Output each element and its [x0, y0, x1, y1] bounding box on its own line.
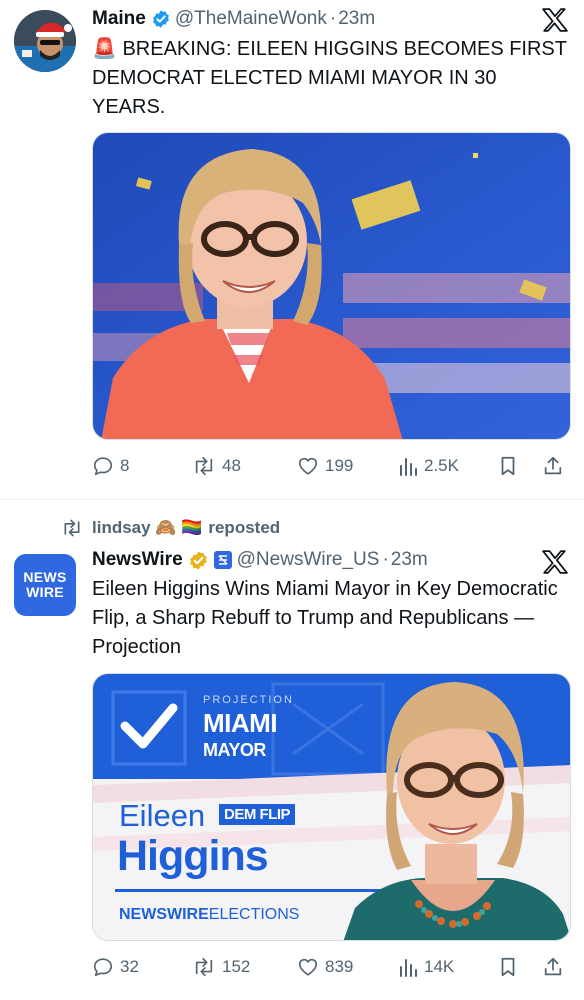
- tweet-actions: 32 152 839 14K: [92, 952, 571, 982]
- tweet-text: Eileen Higgins Wins Miami Mayor in Key D…: [92, 578, 558, 658]
- share-button[interactable]: [542, 952, 564, 982]
- affiliate-badge-icon: [213, 551, 232, 569]
- like-button[interactable]: 199: [297, 451, 353, 481]
- reply-count: 8: [120, 456, 130, 475]
- card-first-name: Eileen: [119, 798, 206, 833]
- like-count: 839: [325, 957, 354, 976]
- handle[interactable]: @TheMaineWonk: [175, 8, 327, 30]
- avatar-text-news: NEWS: [23, 569, 67, 585]
- repost-indicator[interactable]: lindsay 🙈 🏳️‍🌈 reposted: [60, 516, 280, 540]
- like-icon: [298, 958, 318, 976]
- avatar-text-wire: WIRE: [26, 584, 64, 600]
- reply-button[interactable]: 32: [92, 952, 139, 982]
- views-count: 14K: [424, 957, 455, 976]
- card-footer-brand: NEWSWIRE: [119, 906, 209, 923]
- repost-icon: [195, 456, 213, 476]
- tweet-header: Maine @TheMaineWonk · 23m: [92, 6, 375, 32]
- handle[interactable]: @NewsWire_US: [237, 549, 380, 571]
- tweet-actions: 8 48 199 2.5K: [92, 451, 571, 481]
- reply-icon: [93, 958, 113, 977]
- eileen-higgins-photo: [93, 133, 570, 439]
- tweet-maine[interactable]: Maine @TheMaineWonk · 23m 🚨 BREAKING: EI…: [0, 0, 584, 500]
- bookmark-icon: [501, 957, 515, 977]
- bookmark-button[interactable]: [498, 451, 518, 481]
- repost-button[interactable]: 48: [192, 451, 241, 481]
- tweet-card-image[interactable]: PROJECTION MIAMI MAYOR Eileen DEM FLIP H…: [92, 673, 571, 941]
- display-name[interactable]: Maine: [92, 8, 146, 30]
- card-dem-flip-badge: DEM FLIP: [219, 804, 295, 825]
- repost-count: 152: [222, 957, 251, 976]
- views-count: 2.5K: [424, 456, 459, 475]
- separator-dot: ·: [382, 549, 389, 570]
- card-mayor-label: MAYOR: [203, 740, 266, 760]
- views-icon: [400, 458, 417, 476]
- share-button[interactable]: [542, 451, 564, 481]
- views-icon: [400, 959, 417, 977]
- tweet-newswire[interactable]: lindsay 🙈 🏳️‍🌈 reposted NEWS WIRE NewsWi…: [0, 500, 584, 1000]
- card-last-name: Higgins: [117, 832, 269, 880]
- tweet-text: 🚨 BREAKING: EILEEN HIGGINS BECOMES FIRST…: [92, 38, 567, 118]
- repost-icon: [64, 519, 80, 537]
- timestamp[interactable]: 23m: [391, 549, 428, 571]
- display-name[interactable]: NewsWire: [92, 549, 183, 571]
- like-button[interactable]: 839: [297, 952, 353, 982]
- separator-dot: ·: [329, 8, 337, 29]
- repost-icon: [195, 957, 213, 977]
- card-footer-elections: ELECTIONS: [208, 906, 300, 923]
- card-footer: NEWSWIREELECTIONS: [119, 906, 299, 924]
- reposter-name[interactable]: lindsay 🙈 🏳️‍🌈: [92, 518, 202, 538]
- repost-button[interactable]: 152: [192, 952, 250, 982]
- verified-badge-icon: [152, 10, 169, 28]
- share-icon: [544, 957, 562, 976]
- avatar[interactable]: [14, 10, 76, 72]
- repost-count: 48: [222, 456, 241, 475]
- reply-icon: [93, 457, 113, 476]
- like-icon: [298, 457, 318, 475]
- x-logo-icon[interactable]: [542, 8, 568, 32]
- reply-button[interactable]: 8: [92, 451, 129, 481]
- tweet-header: NewsWire @NewsWire_US · 23m: [92, 547, 428, 573]
- reply-count: 32: [120, 957, 139, 976]
- x-logo-icon[interactable]: [542, 550, 568, 574]
- timestamp[interactable]: 23m: [338, 8, 375, 30]
- views-button[interactable]: 2.5K: [398, 451, 459, 481]
- share-icon: [544, 456, 562, 475]
- card-miami-label: MIAMI: [203, 708, 278, 738]
- bookmark-icon: [501, 456, 515, 476]
- bookmark-button[interactable]: [498, 952, 518, 982]
- reposted-label: reposted: [208, 518, 281, 537]
- tweet-image[interactable]: [92, 132, 571, 440]
- verified-badge-icon: [189, 550, 207, 570]
- card-projection-label: PROJECTION: [203, 694, 294, 706]
- avatar-image: [14, 10, 76, 72]
- like-count: 199: [325, 456, 354, 475]
- avatar[interactable]: NEWS WIRE: [14, 554, 76, 616]
- views-button[interactable]: 14K: [398, 952, 454, 982]
